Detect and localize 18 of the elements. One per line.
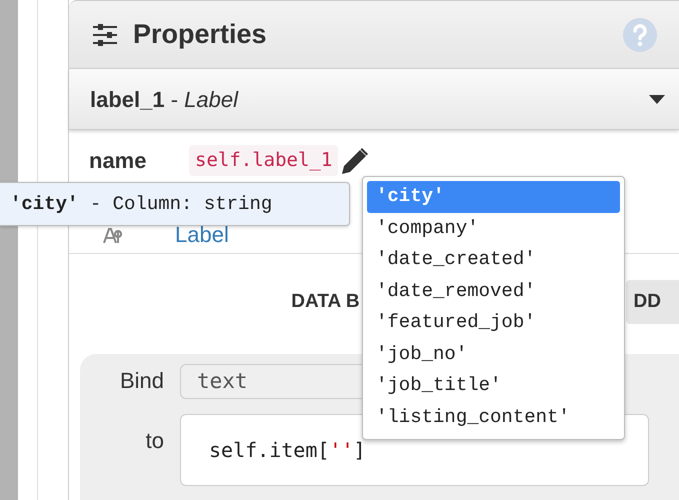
section-heading: DATA B [291,290,360,314]
bind-label: Bind [118,367,165,395]
caret-icon [649,94,665,104]
property-value: self.label_1 [189,145,338,176]
panel-title: Properties [133,18,267,52]
tooltip: 'city' - Column: string [0,182,350,226]
to-label: to [144,426,165,454]
property-label: name [89,147,148,175]
sliders-icon [93,24,117,46]
add-button[interactable]: DD [626,280,679,324]
menu-item[interactable]: 'featured_job' [367,307,620,338]
component-header[interactable]: label_1 - Label [69,68,679,130]
component-name: label_1 - Label [90,86,238,114]
menu-item[interactable]: 'company' [367,212,620,244]
menu-item[interactable]: 'date_removed' [367,276,620,307]
text-type-icon [103,227,125,243]
pencil-icon[interactable] [342,148,368,174]
menu-item[interactable]: 'date_created' [367,244,620,276]
